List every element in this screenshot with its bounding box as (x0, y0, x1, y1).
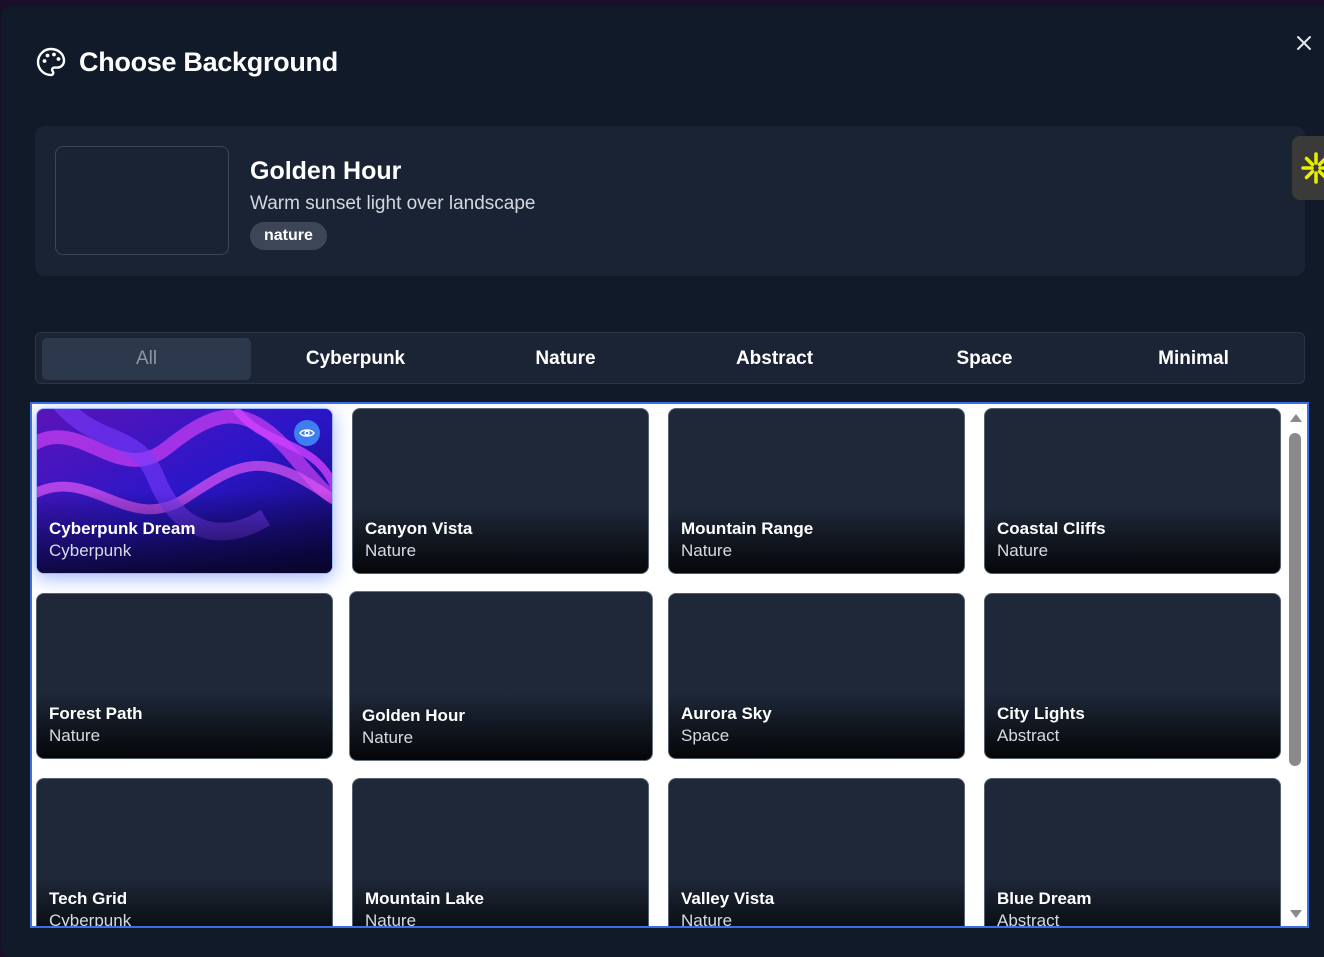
side-widget-tab[interactable] (1292, 136, 1324, 200)
scroll-up-arrow-icon[interactable] (1289, 413, 1303, 423)
card-category: Nature (49, 726, 101, 745)
background-card-blue-dream[interactable]: Blue Dream Abstract (984, 778, 1281, 928)
background-card-cyberpunk-dream[interactable]: Cyberpunk Dream Cyberpunk (36, 408, 333, 574)
scroll-down-arrow-icon[interactable] (1289, 909, 1303, 919)
background-card-valley-vista[interactable]: Valley Vista Nature (668, 778, 965, 928)
card-category: Nature (681, 541, 733, 560)
card-category: Nature (365, 911, 417, 928)
card-category: Abstract (997, 911, 1060, 928)
card-name: Mountain Range (681, 519, 814, 538)
preview-eye-icon[interactable] (294, 420, 320, 446)
selected-background-preview: Golden Hour Warm sunset light over lands… (35, 126, 1305, 276)
card-name: Coastal Cliffs (997, 519, 1106, 538)
card-name: City Lights (997, 704, 1085, 723)
dialog-header: Choose Background (35, 46, 338, 78)
card-category: Cyberpunk (49, 911, 132, 928)
background-card-mountain-range[interactable]: Mountain Range Nature (668, 408, 965, 574)
card-name: Cyberpunk Dream (49, 519, 196, 538)
card-category: Abstract (997, 726, 1060, 745)
preview-name: Golden Hour (250, 157, 402, 185)
background-dialog: Choose Background Golden Hour Warm sunse… (1, 6, 1324, 957)
grid-scrollbar[interactable] (1284, 404, 1307, 926)
card-category: Cyberpunk (49, 541, 132, 560)
background-card-forest-path[interactable]: Forest Path Nature (36, 593, 333, 759)
scroll-thumb[interactable] (1289, 433, 1301, 766)
dialog-title: Choose Background (79, 46, 338, 77)
background-card-city-lights[interactable]: City Lights Abstract (984, 593, 1281, 759)
category-tabs: All Cyberpunk Nature Abstract Space Mini… (35, 332, 1305, 384)
background-card-canyon-vista[interactable]: Canyon Vista Nature (352, 408, 649, 574)
card-name: Mountain Lake (365, 889, 485, 908)
tab-minimal[interactable]: Minimal (1089, 338, 1298, 380)
card-name: Aurora Sky (681, 704, 772, 723)
card-name: Forest Path (49, 704, 143, 723)
preview-description: Warm sunset light over landscape (250, 193, 536, 214)
card-name: Canyon Vista (365, 519, 473, 538)
card-name: Valley Vista (681, 889, 775, 908)
background-grid: Cyberpunk Dream Cyberpunk Canyon Vista N… (30, 402, 1309, 928)
close-icon[interactable] (1293, 32, 1315, 54)
background-card-tech-grid[interactable]: Tech Grid Cyberpunk (36, 778, 333, 928)
tab-cyberpunk[interactable]: Cyberpunk (251, 338, 460, 380)
preview-tag: nature (250, 222, 327, 250)
tab-space[interactable]: Space (880, 338, 1089, 380)
background-card-aurora-sky[interactable]: Aurora Sky Space (668, 593, 965, 759)
tab-abstract[interactable]: Abstract (670, 338, 879, 380)
card-category: Nature (362, 728, 414, 747)
card-category: Nature (997, 541, 1049, 560)
background-card-coastal-cliffs[interactable]: Coastal Cliffs Nature (984, 408, 1281, 574)
card-name: Golden Hour (362, 706, 465, 725)
card-name: Tech Grid (49, 889, 128, 908)
card-category: Space (681, 726, 730, 745)
preview-thumbnail (55, 146, 229, 255)
tab-all[interactable]: All (42, 338, 251, 380)
tab-nature[interactable]: Nature (461, 338, 670, 380)
card-category: Nature (365, 541, 417, 560)
card-category: Nature (681, 911, 733, 928)
card-name: Blue Dream (997, 889, 1092, 908)
background-card-golden-hour[interactable]: Golden Hour Nature (349, 591, 653, 761)
palette-icon (36, 47, 66, 77)
sparkle-icon (1301, 152, 1324, 184)
background-card-mountain-lake[interactable]: Mountain Lake Nature (352, 778, 649, 928)
